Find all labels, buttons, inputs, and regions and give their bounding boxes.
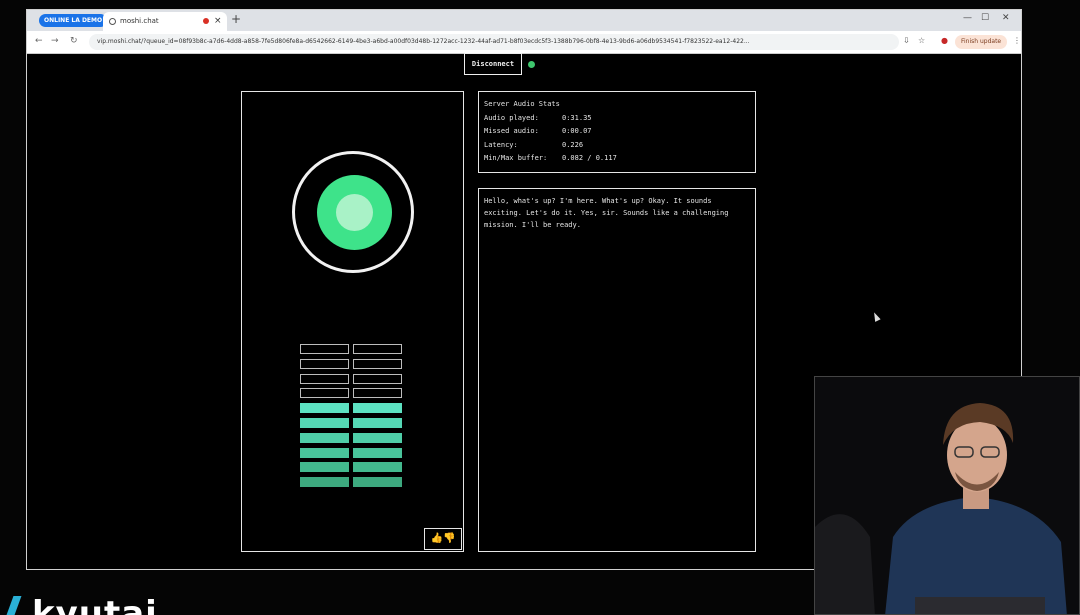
profile-badge[interactable]: ONLINE LA DEMO bbox=[39, 14, 108, 27]
meter-segment bbox=[300, 447, 349, 458]
tab-title: moshi.chat bbox=[120, 17, 159, 25]
back-icon[interactable]: ← bbox=[35, 36, 43, 46]
meter-segment bbox=[300, 388, 349, 399]
reload-icon[interactable]: ↻ bbox=[70, 36, 78, 46]
voice-orb-core bbox=[317, 175, 392, 250]
finish-update-button[interactable]: Finish update bbox=[955, 35, 1008, 49]
stats-row-missed-audio: Missed audio: 0:00.07 bbox=[484, 127, 592, 135]
meter-segment bbox=[353, 344, 402, 354]
thumbs-down-icon[interactable]: 👎 bbox=[443, 533, 455, 544]
feedback-buttons: 👍👎 bbox=[424, 528, 462, 550]
stats-row-audio-played: Audio played: 0:31.35 bbox=[484, 113, 592, 122]
brand-slash-icon bbox=[2, 596, 22, 615]
meter-segment bbox=[353, 373, 402, 384]
disconnect-button[interactable]: Disconnect bbox=[464, 53, 522, 75]
server-audio-stats: Server Audio Stats Audio played: 0:31.35 … bbox=[478, 91, 756, 173]
meter-segment bbox=[300, 373, 349, 384]
meter-segment bbox=[353, 462, 402, 473]
recording-icon bbox=[203, 18, 209, 24]
meter-segment bbox=[353, 358, 402, 369]
tab-bar: ONLINE LA DEMO moshi.chat × + — ☐ ✕ bbox=[27, 10, 1021, 31]
meter-segment bbox=[300, 403, 349, 414]
meter-segment bbox=[300, 462, 349, 473]
close-window-icon[interactable]: ✕ bbox=[1002, 13, 1010, 23]
meter-segment bbox=[300, 418, 349, 428]
connection-status-dot bbox=[528, 61, 535, 68]
meter-segment bbox=[353, 477, 402, 488]
close-tab-icon[interactable]: × bbox=[214, 12, 222, 31]
meter-segment bbox=[300, 432, 349, 443]
meter-segment bbox=[300, 344, 349, 354]
meter-segment bbox=[300, 358, 349, 369]
profile-icon[interactable]: ● bbox=[941, 36, 948, 45]
url-input[interactable]: vip.moshi.chat/?queue_id=08f93b8c-a7d6-4… bbox=[89, 34, 899, 50]
stats-row-latency: Latency: 0.226 bbox=[484, 140, 584, 149]
meter-segment bbox=[353, 447, 402, 458]
voice-orb-center bbox=[336, 194, 373, 231]
forward-icon[interactable]: → bbox=[51, 36, 59, 46]
download-icon[interactable]: ⇩ bbox=[903, 36, 910, 45]
meter-segment bbox=[353, 403, 402, 414]
presenter-webcam bbox=[814, 376, 1080, 615]
brand-name: kyutai bbox=[32, 594, 158, 615]
tab-moshi-chat[interactable]: moshi.chat × bbox=[103, 12, 227, 31]
address-bar: ← → ↻ vip.moshi.chat/?queue_id=08f93b8c-… bbox=[27, 31, 1021, 54]
meter-segment bbox=[353, 418, 402, 428]
globe-icon bbox=[109, 18, 116, 25]
bookmark-star-icon[interactable]: ☆ bbox=[918, 36, 925, 45]
voice-panel: 👍👎 bbox=[241, 91, 464, 552]
transcript-panel: Hello, what's up? I'm here. What's up? O… bbox=[478, 188, 756, 552]
meter-segment bbox=[300, 477, 349, 488]
voice-orb bbox=[292, 151, 414, 273]
thumbs-up-icon[interactable]: 👍 bbox=[431, 533, 443, 544]
maximize-icon[interactable]: ☐ bbox=[981, 13, 989, 23]
transcript-text: Hello, what's up? I'm here. What's up? O… bbox=[484, 197, 729, 229]
menu-kebab-icon[interactable]: ⋮ bbox=[1013, 36, 1021, 45]
minimize-icon[interactable]: — bbox=[963, 13, 972, 23]
new-tab-button[interactable]: + bbox=[231, 12, 241, 26]
stats-row-buffer: Min/Max buffer: 0.082 / 0.117 bbox=[484, 154, 617, 162]
meter-segment bbox=[353, 432, 402, 443]
meter-segment bbox=[353, 388, 402, 399]
brand-logo: kyutai bbox=[0, 588, 230, 615]
stats-title: Server Audio Stats bbox=[484, 100, 560, 108]
